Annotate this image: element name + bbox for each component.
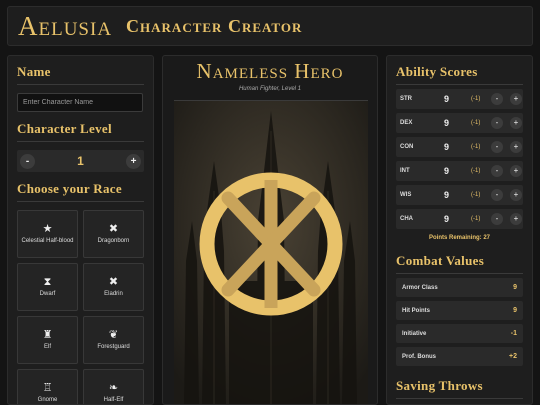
ability-value: 9 bbox=[444, 190, 450, 200]
level-increase-button[interactable]: + bbox=[126, 153, 141, 169]
race-card[interactable]: ★ Celestial Half-blood bbox=[17, 210, 78, 258]
race-name: Elf bbox=[43, 344, 51, 350]
right-panel: Ability Scores STR 9 (-1) - + DEX 9 (-1) - + CON 9(… bbox=[386, 55, 533, 405]
ability-modifier: (-1) bbox=[471, 216, 481, 222]
ability-row-int: INT 9 (-1) - + bbox=[396, 161, 523, 181]
race-card[interactable]: ♖ Gnome bbox=[17, 369, 78, 404]
app-header: Aelusia Character Creator bbox=[7, 6, 533, 46]
character-portrait-panel: Nameless Hero Human Fighter, Level 1 bbox=[162, 55, 378, 405]
cross-icon: ✖ bbox=[108, 223, 119, 235]
combat-value-row: Hit Points 9 bbox=[396, 301, 523, 320]
race-name: Forestguard bbox=[97, 344, 130, 350]
combat-value: +2 bbox=[509, 353, 517, 360]
ability-increase-button[interactable]: + bbox=[510, 165, 522, 177]
combat-label: Armor Class bbox=[402, 284, 438, 291]
ability-decrease-button[interactable]: - bbox=[491, 117, 503, 129]
race-name: Dwarf bbox=[39, 291, 56, 297]
hero-subtitle: Human Fighter, Level 1 bbox=[238, 86, 302, 92]
portrait-art bbox=[174, 101, 368, 404]
points-remaining: Points Remaining: 27 bbox=[428, 235, 490, 241]
ability-name: INT bbox=[400, 168, 410, 174]
level-section-title: Character Level bbox=[17, 121, 144, 142]
ability-modifier: (-1) bbox=[471, 144, 481, 150]
race-card[interactable]: ⧗ Dwarf bbox=[17, 263, 78, 311]
saving-throws-title: Saving Throws bbox=[396, 378, 523, 399]
ability-name: DEX bbox=[400, 120, 413, 126]
combat-label: Hit Points bbox=[402, 307, 430, 314]
ability-row-str: STR 9 (-1) - + bbox=[396, 89, 523, 109]
ability-value: 9 bbox=[444, 94, 450, 104]
ability-scores-title: Ability Scores bbox=[396, 64, 523, 85]
race-card[interactable]: ♜ Elf bbox=[17, 316, 78, 364]
race-name: Eladrin bbox=[104, 291, 123, 297]
combat-list: Armor Class 9 Hit Points 9 Initiative -1 Prof.… bbox=[396, 278, 523, 366]
combat-value: 9 bbox=[513, 284, 517, 291]
ability-name: CON bbox=[400, 144, 414, 150]
ability-value: 9 bbox=[444, 214, 450, 224]
race-name: Celestial Half-blood bbox=[21, 238, 74, 244]
ability-name: WIS bbox=[400, 192, 412, 198]
star-icon: ★ bbox=[42, 223, 53, 235]
cross-icon: ✖ bbox=[108, 276, 119, 288]
ability-increase-button[interactable]: + bbox=[510, 213, 522, 225]
combat-values-title: Combat Values bbox=[396, 253, 523, 274]
ability-increase-button[interactable]: + bbox=[510, 141, 522, 153]
race-grid: ★ Celestial Half-blood ✖ Dragonborn ⧗ Dwarf ✖ E… bbox=[17, 210, 144, 404]
left-panel: Name Character Level - 1 + Choose your R… bbox=[7, 55, 154, 405]
ability-decrease-button[interactable]: - bbox=[491, 141, 503, 153]
combat-label: Initiative bbox=[402, 330, 427, 337]
ability-decrease-button[interactable]: - bbox=[491, 213, 503, 225]
app-logo: Aelusia bbox=[18, 10, 113, 41]
level-decrease-button[interactable]: - bbox=[20, 153, 35, 169]
ability-value: 9 bbox=[444, 118, 450, 128]
ability-increase-button[interactable]: + bbox=[510, 117, 522, 129]
race-section-title: Choose your Race bbox=[17, 181, 144, 202]
race-card[interactable]: ✖ Eladrin bbox=[83, 263, 144, 311]
ability-increase-button[interactable]: + bbox=[510, 93, 522, 105]
ability-list: STR 9 (-1) - + DEX 9 (-1) - + CON 9 (-1) - + INT 9 (-1) - +… bbox=[396, 89, 523, 229]
ability-value: 9 bbox=[444, 166, 450, 176]
ability-modifier: (-1) bbox=[471, 192, 481, 198]
name-section-title: Name bbox=[17, 64, 144, 85]
combat-value-row: Armor Class 9 bbox=[396, 278, 523, 297]
race-card[interactable]: ❦ Forestguard bbox=[83, 316, 144, 364]
combat-label: Prof. Bonus bbox=[402, 353, 436, 360]
level-stepper: - 1 + bbox=[17, 150, 144, 172]
leaf-icon: ❦ bbox=[108, 329, 119, 341]
hero-name: Nameless Hero bbox=[196, 59, 344, 83]
hourglass-icon: ⧗ bbox=[43, 276, 52, 288]
ability-decrease-button[interactable]: - bbox=[491, 165, 503, 177]
ability-row-con: CON 9 (-1) - + bbox=[396, 137, 523, 157]
leaf-icon: ❧ bbox=[108, 382, 119, 394]
ability-row-cha: CHA 9 (-1) - + bbox=[396, 209, 523, 229]
ability-name: STR bbox=[400, 96, 412, 102]
race-name: Gnome bbox=[37, 397, 58, 403]
ability-decrease-button[interactable]: - bbox=[491, 189, 503, 201]
level-value: 1 bbox=[77, 154, 84, 168]
ability-modifier: (-1) bbox=[471, 168, 481, 174]
ability-modifier: (-1) bbox=[471, 120, 481, 126]
combat-value: -1 bbox=[510, 330, 517, 337]
combat-value-row: Prof. Bonus +2 bbox=[396, 347, 523, 366]
page-title: Character Creator bbox=[126, 15, 303, 36]
ability-row-wis: WIS 9 (-1) - + bbox=[396, 185, 523, 205]
combat-value-row: Initiative -1 bbox=[396, 324, 523, 343]
race-name: Half-Elf bbox=[103, 397, 124, 403]
ability-value: 9 bbox=[444, 142, 450, 152]
character-name-input[interactable] bbox=[17, 93, 143, 112]
ability-increase-button[interactable]: + bbox=[510, 189, 522, 201]
race-card[interactable]: ✖ Dragonborn bbox=[83, 210, 144, 258]
ability-decrease-button[interactable]: - bbox=[491, 93, 503, 105]
race-card[interactable]: ❧ Half-Elf bbox=[83, 369, 144, 404]
ability-name: CHA bbox=[400, 216, 413, 222]
combat-value: 9 bbox=[513, 307, 517, 314]
race-name: Dragonborn bbox=[97, 238, 130, 244]
portrait-image bbox=[174, 100, 368, 404]
elf-icon: ♜ bbox=[42, 329, 53, 341]
tower-icon: ♖ bbox=[42, 382, 53, 394]
ability-row-dex: DEX 9 (-1) - + bbox=[396, 113, 523, 133]
ability-modifier: (-1) bbox=[471, 96, 481, 102]
